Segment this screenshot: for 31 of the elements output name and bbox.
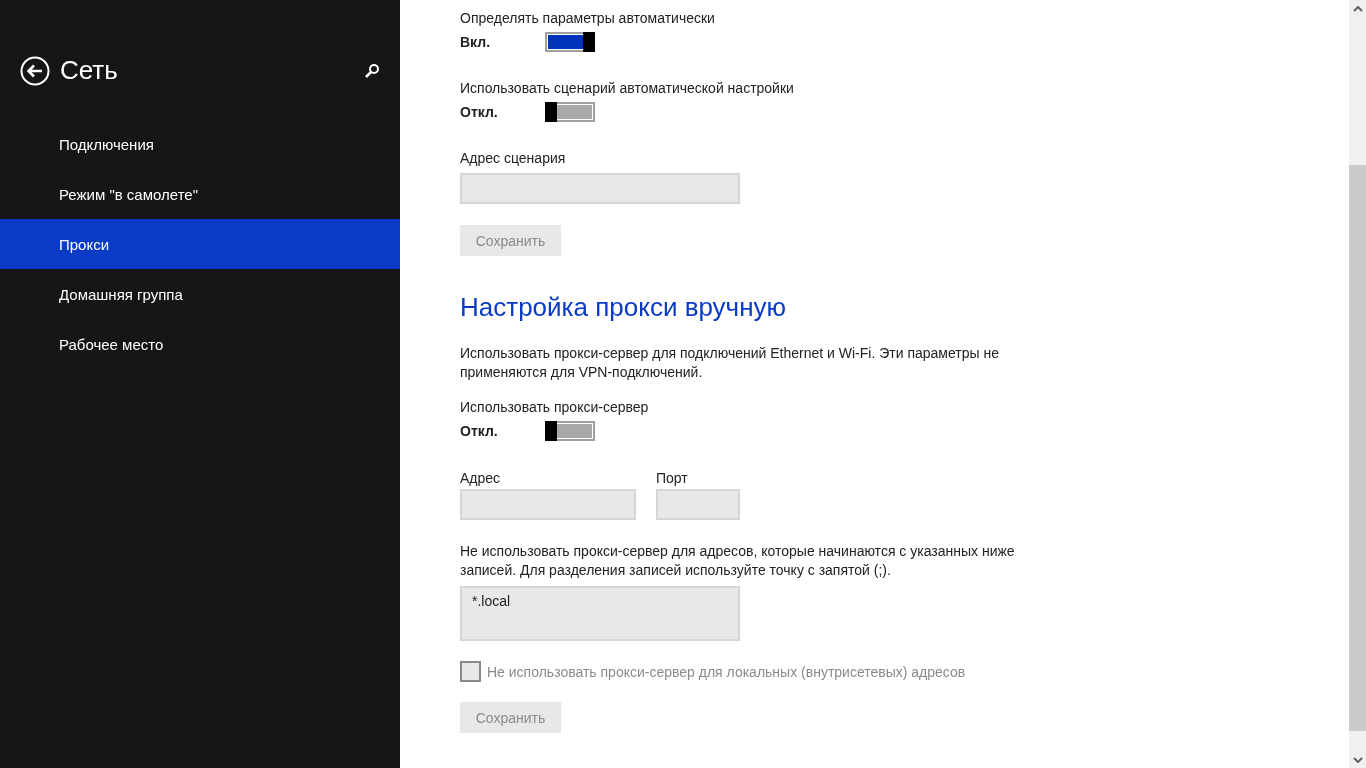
description-text: Использовать прокси-сервер для подключений Ethernet и Wi-Fi. Эти параметры не применяются для VPN-подключений. <box>460 344 1000 382</box>
nav-item[interactable]: Рабочее место <box>0 319 400 369</box>
setting-label: Определять параметры автоматически <box>460 9 716 27</box>
scrollbar-thumb[interactable] <box>1349 165 1366 731</box>
exceptions-label: Не использовать прокси-сервер для адресов, которые начинаются с указанных ниже записей. Для разделения записей используйте точку с запятой (;). <box>460 542 1016 580</box>
toggle-state-label: Откл. <box>460 104 499 120</box>
toggle-switch[interactable] <box>545 102 595 122</box>
address-field[interactable] <box>460 489 636 520</box>
toggle-state-label: Откл. <box>460 423 499 439</box>
toggle-switch[interactable] <box>545 421 595 441</box>
toggle-switch[interactable] <box>545 32 595 52</box>
section-heading: Настройка прокси вручную <box>460 292 787 323</box>
port-field[interactable] <box>656 489 740 520</box>
script-address-field[interactable] <box>460 173 740 204</box>
field-label: Адрес сценария <box>460 149 567 167</box>
nav-item[interactable]: Прокси <box>0 219 400 269</box>
page-title: Сеть <box>60 55 119 86</box>
toggle-state-label: Вкл. <box>460 34 492 50</box>
search-icon[interactable] <box>364 62 380 79</box>
field-label: Адрес <box>460 469 502 487</box>
scrollbar[interactable] <box>1349 0 1366 768</box>
setting-label: Использовать прокси-сервер <box>460 398 650 416</box>
exceptions-field[interactable]: *.local <box>460 586 740 641</box>
scroll-up-icon[interactable] <box>1352 5 1363 12</box>
field-label: Порт <box>656 469 689 487</box>
scroll-down-icon[interactable] <box>1352 756 1363 763</box>
nav-item[interactable]: Режим "в самолете" <box>0 169 400 219</box>
nav-item[interactable]: Домашняя группа <box>0 269 400 319</box>
nav-item[interactable]: Подключения <box>0 119 400 169</box>
checkbox-label: Не использовать прокси-сервер для локальных (внутрисетевых) адресов <box>487 663 966 680</box>
setting-label: Использовать сценарий автоматической настройки <box>460 79 795 97</box>
